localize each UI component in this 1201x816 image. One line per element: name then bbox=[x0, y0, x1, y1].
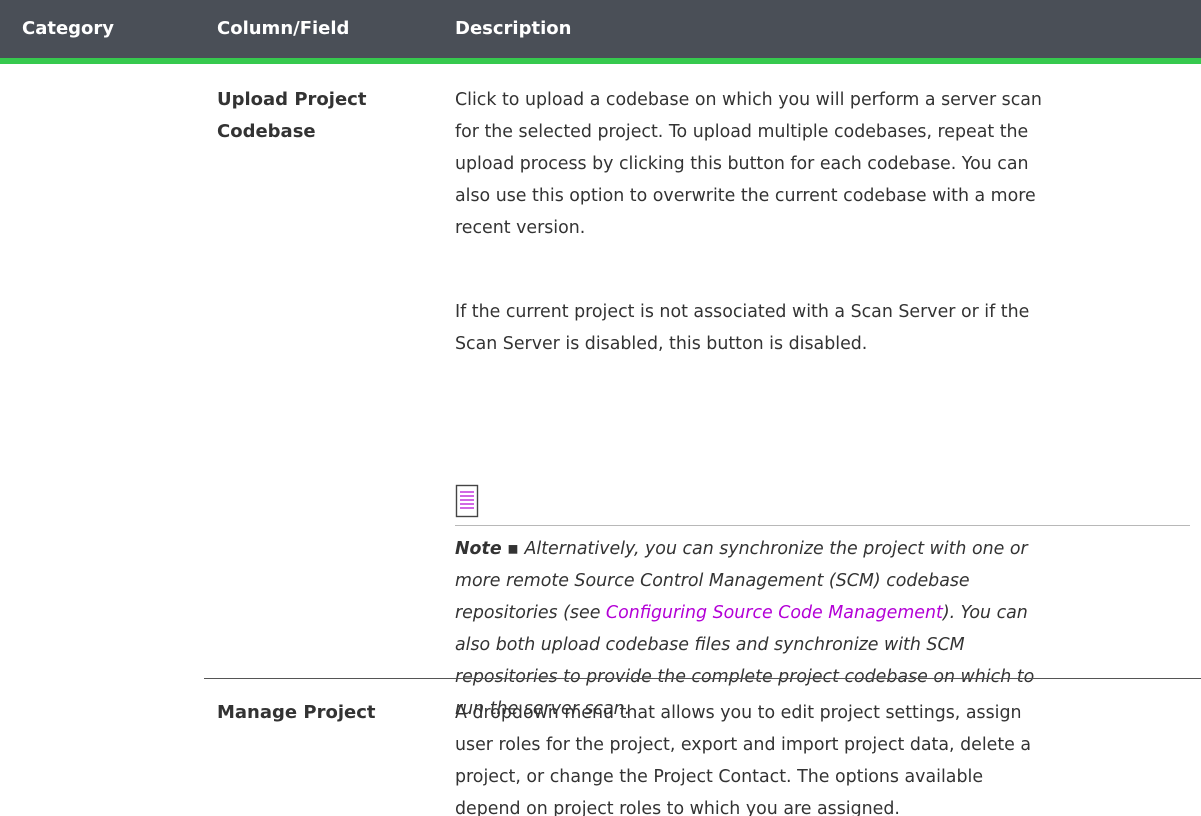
configuring-scm-link[interactable]: Configuring Source Code Management bbox=[606, 603, 943, 623]
header-description: Description bbox=[455, 18, 572, 39]
note-divider bbox=[455, 525, 1190, 526]
table-header: Category Column/Field Description bbox=[0, 0, 1201, 64]
field-manage-project: Manage Project bbox=[217, 702, 376, 723]
upload-description-paragraph: Click to upload a codebase on which you … bbox=[455, 90, 1042, 238]
note-icon bbox=[455, 484, 479, 518]
field-upload-project-codebase: Upload Project Codebase bbox=[217, 89, 367, 142]
note-label: Note bbox=[455, 539, 502, 559]
row-divider bbox=[204, 678, 1201, 679]
manage-project-description: A dropdown menu that allows you to edit … bbox=[455, 703, 1032, 816]
scan-server-disabled-paragraph: If the current project is not associated… bbox=[455, 302, 1030, 354]
documentation-page: Category Column/Field Description Upload… bbox=[0, 0, 1201, 816]
header-column-field: Column/Field bbox=[217, 18, 350, 39]
header-category: Category bbox=[22, 18, 115, 39]
